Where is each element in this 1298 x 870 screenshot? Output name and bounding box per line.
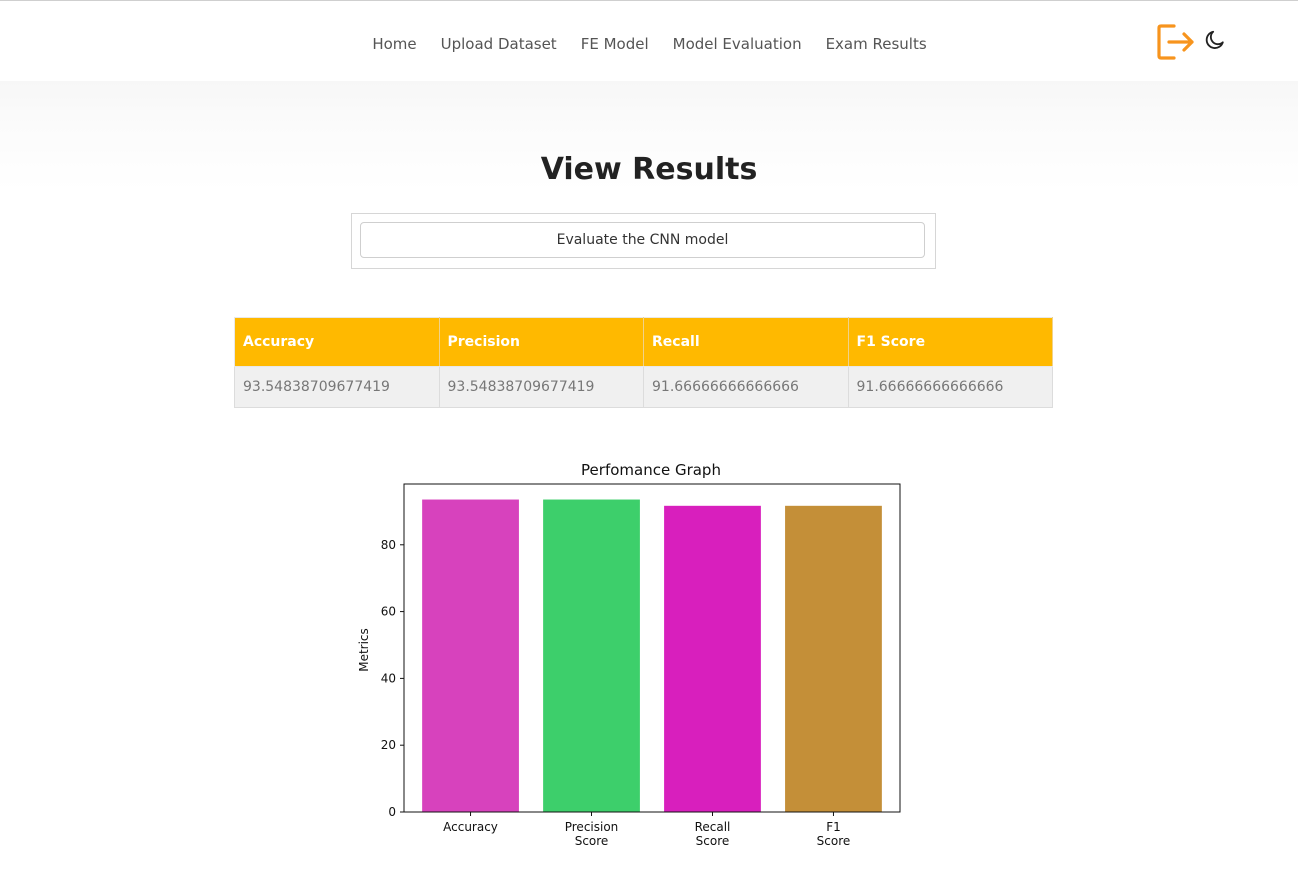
y-tick-label: 0 (388, 805, 396, 819)
nav-exam-results[interactable]: Exam Results (826, 34, 927, 54)
nav-home[interactable]: Home (372, 34, 416, 54)
navbar: Home Upload Dataset FE Model Model Evalu… (0, 1, 1298, 81)
header-accuracy: Accuracy (234, 317, 440, 367)
x-tick-label: Precision Score (565, 820, 619, 848)
x-tick-label: Accuracy (443, 820, 498, 834)
bar-accuracy (422, 499, 519, 812)
logout-icon[interactable] (1157, 23, 1195, 61)
bar-precision-score (543, 499, 640, 812)
moon-icon[interactable] (1204, 29, 1226, 51)
x-tick-label: F1 Score (817, 820, 851, 848)
header-recall: Recall (643, 317, 849, 367)
cell-f1-score: 91.66666666666666 (847, 366, 1053, 408)
nav-menu: Home Upload Dataset FE Model Model Evalu… (0, 34, 1298, 54)
y-tick-label: 60 (381, 605, 396, 619)
cell-recall: 91.66666666666666 (643, 366, 849, 408)
table-row: 93.54838709677419 93.54838709677419 91.6… (234, 366, 1053, 408)
metrics-table: Accuracy Precision Recall F1 Score 93.54… (234, 317, 1053, 408)
cell-precision: 93.54838709677419 (438, 366, 644, 408)
header-precision: Precision (438, 317, 644, 367)
chart-title: Perfomance Graph (581, 461, 721, 479)
nav-model-evaluation[interactable]: Model Evaluation (673, 34, 802, 54)
evaluate-cnn-button[interactable]: Evaluate the CNN model (360, 222, 925, 258)
y-tick-label: 80 (381, 538, 396, 552)
page-title: View Results (540, 152, 758, 187)
chart-ylabel: Metrics (357, 628, 371, 672)
y-tick-label: 40 (381, 671, 396, 685)
performance-chart: Perfomance Graph Metrics 0 20 40 60 80 Accur… (357, 461, 901, 848)
y-tick-label: 20 (381, 738, 396, 752)
table-header-row: Accuracy Precision Recall F1 Score (234, 317, 1053, 367)
cell-accuracy: 93.54838709677419 (234, 366, 440, 408)
bar-f1-score (785, 505, 882, 812)
bar-recall-score (664, 505, 761, 812)
nav-fe-model[interactable]: FE Model (581, 34, 649, 54)
header-f1-score: F1 Score (847, 317, 1053, 367)
nav-upload-dataset[interactable]: Upload Dataset (441, 34, 557, 54)
evaluate-form: Evaluate the CNN model (351, 213, 936, 269)
x-tick-label: Recall Score (695, 820, 731, 848)
